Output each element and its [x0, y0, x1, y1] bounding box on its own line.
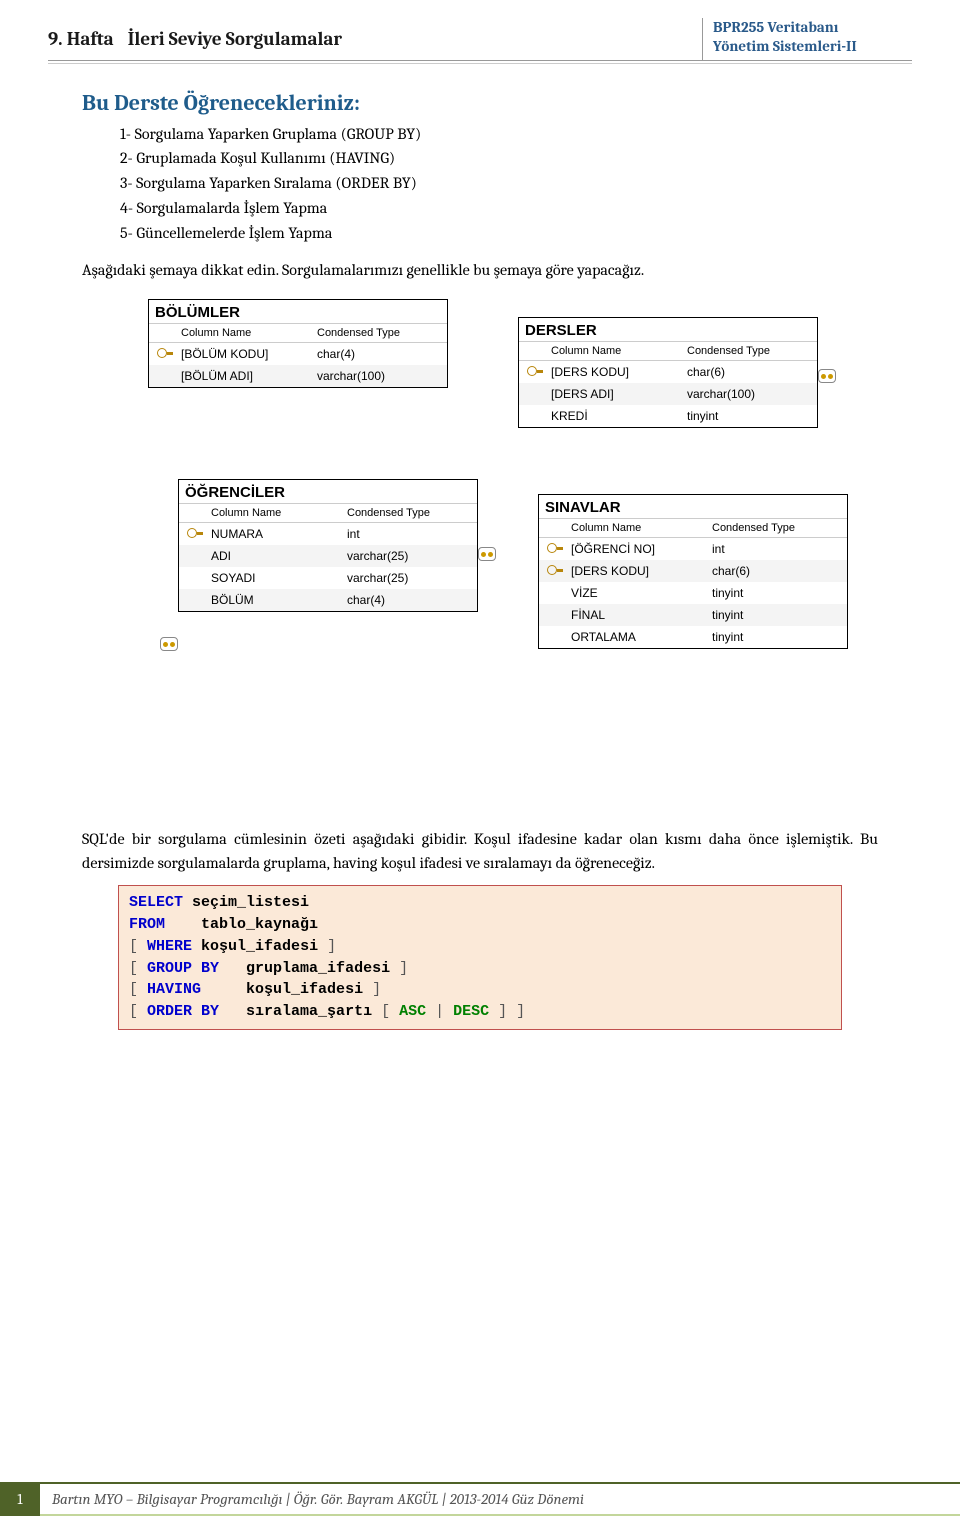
page-footer: 1 Bartın MYO – Bilgisayar Programcılığı … — [0, 1482, 960, 1516]
table-sinavlar: SINAVLAR Column Name Condensed Type [ÖĞR… — [538, 494, 848, 649]
kw-select: SELECT — [129, 894, 183, 911]
schema-diagram: BÖLÜMLER Column Name Condensed Type [BÖL… — [98, 299, 912, 809]
kw-where: WHERE — [147, 938, 192, 955]
arg-where: koşul_ifadesi — [201, 938, 318, 955]
col-name: FİNAL — [565, 604, 706, 626]
table-dersler: DERSLER Column Name Condensed Type [DERS… — [518, 317, 818, 428]
key-icon — [547, 565, 557, 575]
kw-groupby: GROUP BY — [147, 960, 219, 977]
relation-icon — [478, 547, 496, 561]
col-type: char(4) — [311, 343, 447, 365]
col-type: tinyint — [706, 582, 847, 604]
col-name: VİZE — [565, 582, 706, 604]
week-label: 9. Hafta — [48, 28, 114, 50]
col-type: varchar(25) — [341, 545, 477, 567]
col-type: int — [341, 523, 477, 545]
relation-icon — [818, 369, 836, 383]
key-icon — [527, 366, 537, 376]
col-header: Condensed Type — [706, 519, 847, 538]
col-header: Condensed Type — [341, 504, 477, 523]
topic-title: İleri Seviye Sorgulamalar — [128, 28, 342, 50]
col-header: Condensed Type — [311, 324, 447, 343]
col-name: [BÖLÜM KODU] — [175, 343, 311, 365]
arg-orderby: sıralama_şartı — [246, 1003, 372, 1020]
page-number: 1 — [0, 1482, 40, 1516]
body-paragraph: SQL'de bir sorgulama cümlesinin özeti aş… — [82, 827, 878, 875]
kw-orderby: ORDER BY — [147, 1003, 219, 1020]
col-type: varchar(100) — [681, 383, 817, 405]
table-ogrenciler: ÖĞRENCİLER Column Name Condensed Type NU… — [178, 479, 478, 612]
table-title: DERSLER — [519, 318, 817, 342]
arg-select: seçim_listesi — [192, 894, 309, 911]
learning-outcomes-list: Sorgulama Yaparken Gruplama (GROUP BY) G… — [120, 122, 912, 246]
page-header: 9. Hafta İleri Seviye Sorgulamalar BPR25… — [48, 18, 912, 61]
table-bolumler: BÖLÜMLER Column Name Condensed Type [BÖL… — [148, 299, 448, 388]
table-title: SINAVLAR — [539, 495, 847, 519]
col-type: char(4) — [341, 589, 477, 611]
col-header: Column Name — [545, 342, 681, 361]
kw-asc: ASC — [399, 1003, 426, 1020]
col-name: ADI — [205, 545, 341, 567]
header-underline — [48, 63, 912, 64]
col-type: tinyint — [706, 626, 847, 648]
col-type: varchar(25) — [341, 567, 477, 589]
arg-groupby: gruplama_ifadesi — [246, 960, 390, 977]
arg-having: koşul_ifadesi — [246, 981, 363, 998]
list-item: Güncellemelerde İşlem Yapma — [120, 221, 912, 246]
col-name: [BÖLÜM ADI] — [175, 365, 311, 387]
col-type: char(6) — [681, 361, 817, 383]
col-type: tinyint — [706, 604, 847, 626]
col-name: ORTALAMA — [565, 626, 706, 648]
col-name: [DERS KODU] — [545, 361, 681, 383]
col-type: char(6) — [706, 560, 847, 582]
col-name: BÖLÜM — [205, 589, 341, 611]
kw-having: HAVING — [147, 981, 201, 998]
kw-desc: DESC — [453, 1003, 489, 1020]
list-item: Sorgulama Yaparken Sıralama (ORDER BY) — [120, 171, 912, 196]
col-header: Column Name — [565, 519, 706, 538]
col-header: Column Name — [175, 324, 311, 343]
col-type: varchar(100) — [311, 365, 447, 387]
pk-cell — [149, 343, 175, 365]
col-header: Column Name — [205, 504, 341, 523]
key-icon — [157, 348, 167, 358]
col-name: [DERS KODU] — [565, 560, 706, 582]
sql-syntax-box: SELECT seçim_listesi FROM tablo_kaynağı … — [118, 885, 842, 1030]
col-header: Condensed Type — [681, 342, 817, 361]
list-item: Sorgulamalarda İşlem Yapma — [120, 196, 912, 221]
section-title: Bu Derste Öğrenecekleriniz: — [82, 90, 912, 116]
col-name: KREDİ — [545, 405, 681, 427]
relation-icon — [160, 637, 178, 651]
arg-from: tablo_kaynağı — [201, 916, 318, 933]
schema-note: Aşağıdaki şemaya dikkat edin. Sorgulamal… — [82, 261, 912, 279]
list-item: Sorgulama Yaparken Gruplama (GROUP BY) — [120, 122, 912, 147]
key-icon — [187, 528, 197, 538]
kw-from: FROM — [129, 916, 165, 933]
course-line-1: BPR255 Veritabanı — [713, 18, 912, 37]
col-name: SOYADI — [205, 567, 341, 589]
key-icon — [547, 543, 557, 553]
col-type: tinyint — [681, 405, 817, 427]
col-name: [DERS ADI] — [545, 383, 681, 405]
col-type: int — [706, 538, 847, 560]
footer-text: Bartın MYO – Bilgisayar Programcılığı | … — [40, 1482, 960, 1516]
col-name: NUMARA — [205, 523, 341, 545]
col-name: [ÖĞRENCİ NO] — [565, 538, 706, 560]
course-line-2: Yönetim Sistemleri-II — [713, 37, 912, 56]
table-title: BÖLÜMLER — [149, 300, 447, 324]
course-code: BPR255 Veritabanı Yönetim Sistemleri-II — [702, 18, 912, 60]
table-title: ÖĞRENCİLER — [179, 480, 477, 504]
list-item: Gruplamada Koşul Kullanımı (HAVING) — [120, 146, 912, 171]
